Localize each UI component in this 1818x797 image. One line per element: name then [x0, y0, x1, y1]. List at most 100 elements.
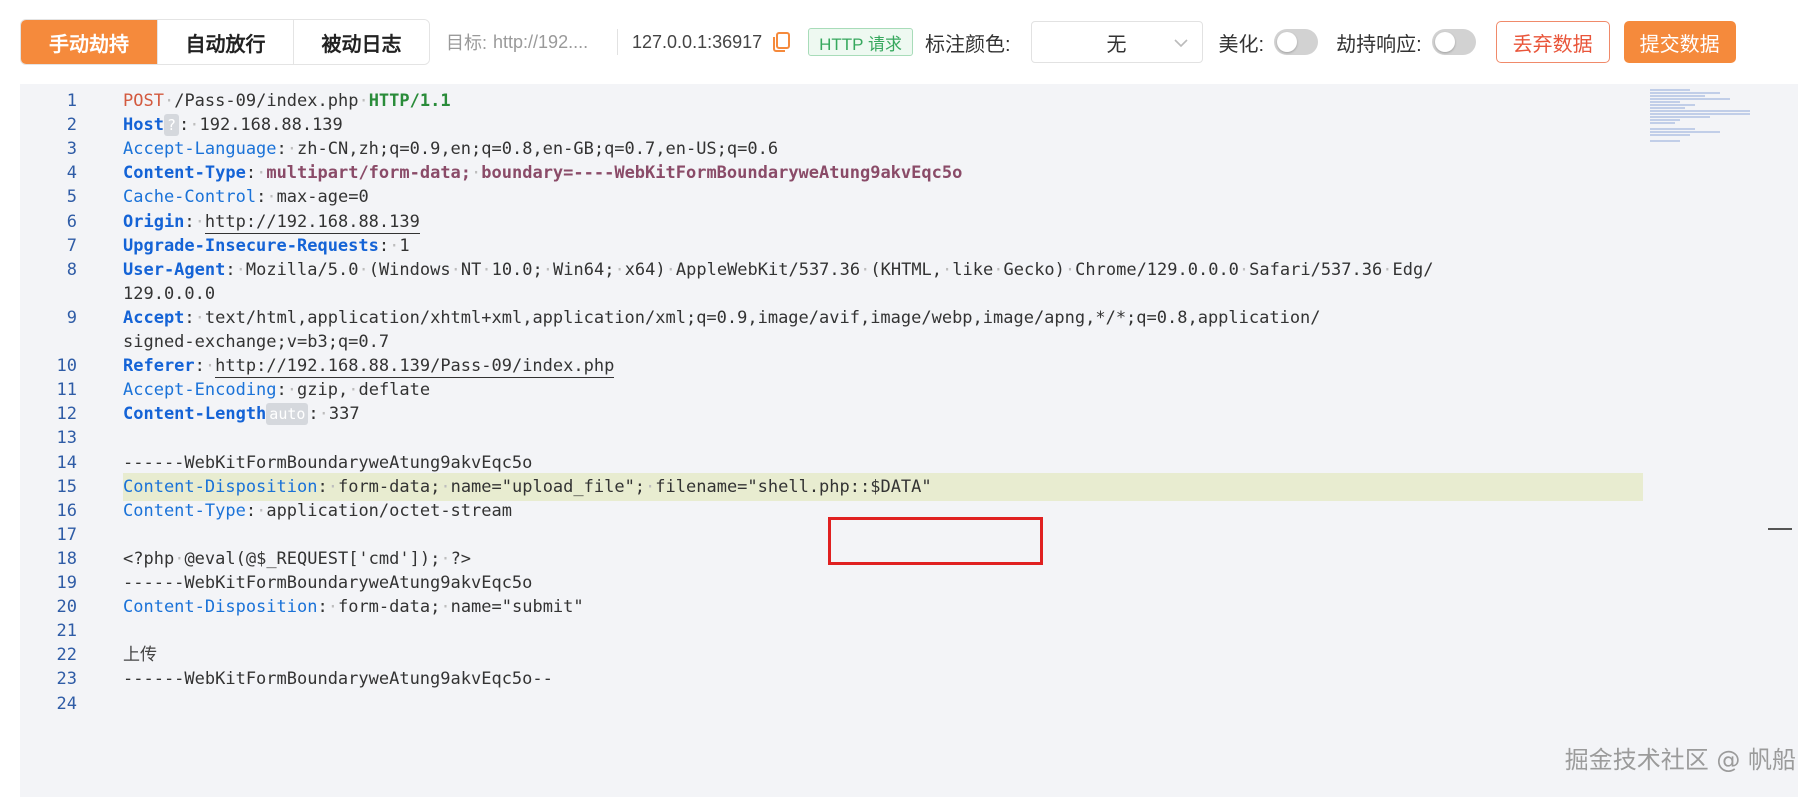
host-address: 127.0.0.1:36917	[632, 31, 763, 52]
tab-passive-log[interactable]: 被动日志	[293, 20, 429, 64]
code-token: ·	[194, 211, 205, 232]
code-line[interactable]: 24	[20, 690, 1680, 718]
code-token: :	[276, 380, 287, 401]
code-token: 192.168.88.139	[199, 115, 343, 136]
code-token: ------WebKitFormBoundaryweAtung9akvEqc5o…	[123, 669, 553, 690]
code-token: like	[952, 259, 994, 280]
code-token: Upgrade-Insecure-Requests	[123, 235, 379, 256]
minimap[interactable]	[1650, 88, 1750, 143]
code-token: :	[308, 404, 319, 425]
code-token: Accept-Language	[123, 139, 277, 160]
watermark: 掘金技术社区 @ 帆船	[1564, 746, 1796, 774]
code-token: Content-Disposition	[123, 476, 318, 497]
code-token: ?>	[450, 548, 472, 569]
code-token: http://192.168.88.139/Pass-09/index.php	[215, 356, 615, 379]
code-token: multipart/form-data;	[266, 163, 472, 184]
code-token: ·	[327, 597, 338, 618]
beautify-label: 美化:	[1218, 33, 1265, 56]
code-token: ·	[204, 356, 216, 377]
submit-data-button[interactable]: 提交数据	[1623, 21, 1736, 63]
code-token: ------WebKitFormBoundaryweAtung9akvEqc5o	[123, 452, 533, 473]
color-select[interactable]: 无	[1030, 21, 1203, 63]
code-token: ·	[942, 259, 953, 280]
tab-manual-hijack[interactable]: 手动劫持	[21, 20, 157, 64]
code-token: /Pass-09/index.php	[174, 91, 359, 111]
code-token: ·	[348, 380, 359, 401]
target-label: 目标:	[446, 33, 488, 53]
code-token: gzip,	[297, 380, 349, 401]
code-token: ·	[358, 91, 369, 111]
code-token: ·	[440, 548, 451, 569]
code-token: ·	[1382, 259, 1393, 280]
discard-data-button[interactable]: 丢弃数据	[1495, 21, 1610, 63]
chevron-down-icon	[1173, 39, 1188, 48]
code-token: ·	[665, 259, 676, 280]
beautify-toggle[interactable]	[1274, 29, 1319, 55]
target-url: http://192....	[493, 31, 589, 52]
code-token: ·	[450, 259, 461, 280]
code-token: ------WebKitFormBoundaryweAtung9akvEqc5o	[123, 573, 533, 593]
tab-auto-release[interactable]: 自动放行	[157, 20, 293, 64]
code-token: zh-CN,zh;q=0.9,en;q=0.8,en-GB;q=0.7,en-U…	[297, 139, 779, 160]
code-token: :	[178, 115, 190, 136]
toggle-knob	[1434, 32, 1455, 52]
code-token: 129.0.0.0	[123, 283, 216, 304]
code-token: Edg/	[1392, 259, 1434, 280]
code-token: ·	[860, 259, 871, 280]
toolbar: 手动劫持 自动放行 被动日志 目标: http://192.... 127.0.…	[20, 18, 1798, 66]
code-token: http://192.168.88.139	[204, 211, 420, 234]
code-token: Chrome/129.0.0.0	[1075, 259, 1239, 280]
hijack-response-toggle[interactable]	[1431, 29, 1476, 55]
code-token: boundary=----WebKitFormBoundaryweAtung9a…	[481, 163, 963, 184]
code-token: :	[276, 139, 287, 160]
code-token: <?php	[123, 548, 175, 569]
code-token: application/octet-stream	[266, 500, 512, 521]
code-token: ·	[1064, 259, 1076, 280]
request-editor[interactable]: 1 POST·/Pass-09/index.php·HTTP/1.1 2 Host?:…	[20, 84, 1798, 797]
code-token: Safari/537.36	[1249, 259, 1383, 280]
code-token: ·	[327, 476, 338, 497]
code-token: :	[225, 259, 236, 280]
code-token: POST	[123, 91, 164, 111]
code-token: signed-exchange;v=b3;q=0.7	[123, 332, 390, 352]
code-token: 1	[399, 235, 410, 256]
code-token: ·	[614, 259, 625, 280]
code-token: 337	[328, 404, 360, 425]
code-token: ·	[256, 500, 267, 521]
code-token: :	[245, 163, 257, 184]
code-token: Accept-Encoding	[123, 380, 277, 401]
code-token: :	[184, 307, 195, 328]
code-token: ·	[993, 259, 1004, 280]
code-token: ·	[286, 380, 298, 401]
copy-icon[interactable]	[770, 30, 792, 54]
toggle-knob	[1277, 32, 1298, 52]
code-token: :	[317, 597, 328, 618]
code-token: name="upload_file";	[450, 476, 646, 497]
code-token: ·	[542, 259, 554, 280]
code-token: 上传	[123, 645, 157, 666]
code-token: :	[256, 187, 267, 208]
code-token: Referer	[123, 356, 195, 377]
code-token: User-Agent	[123, 259, 226, 280]
highlight-box	[828, 517, 1043, 565]
code-token: 10.0;	[491, 259, 543, 280]
code-token: Content-Disposition	[123, 597, 318, 618]
code-token: :	[245, 500, 257, 521]
code-token: (KHTML,	[870, 259, 943, 280]
code-token: ·	[645, 476, 656, 497]
code-token: @eval(@$_REQUEST['cmd']);	[184, 548, 441, 569]
toolbar-divider	[617, 29, 619, 55]
code-token: ·	[440, 476, 451, 497]
code-token: ·	[286, 139, 298, 160]
mode-tabs: 手动劫持 自动放行 被动日志	[20, 19, 430, 65]
code-token: :	[378, 235, 390, 256]
scroll-position-marker[interactable]	[1768, 528, 1792, 530]
code-token: (Windows	[368, 259, 451, 280]
code-token: Content-Length	[123, 404, 267, 425]
code-token: max-age=0	[276, 187, 369, 208]
code-token: ·	[318, 404, 329, 425]
code-token: Gecko)	[1003, 259, 1065, 280]
code-token: ·	[481, 259, 492, 280]
code-token: Win64;	[553, 259, 615, 280]
code-token: ·	[1238, 259, 1250, 280]
